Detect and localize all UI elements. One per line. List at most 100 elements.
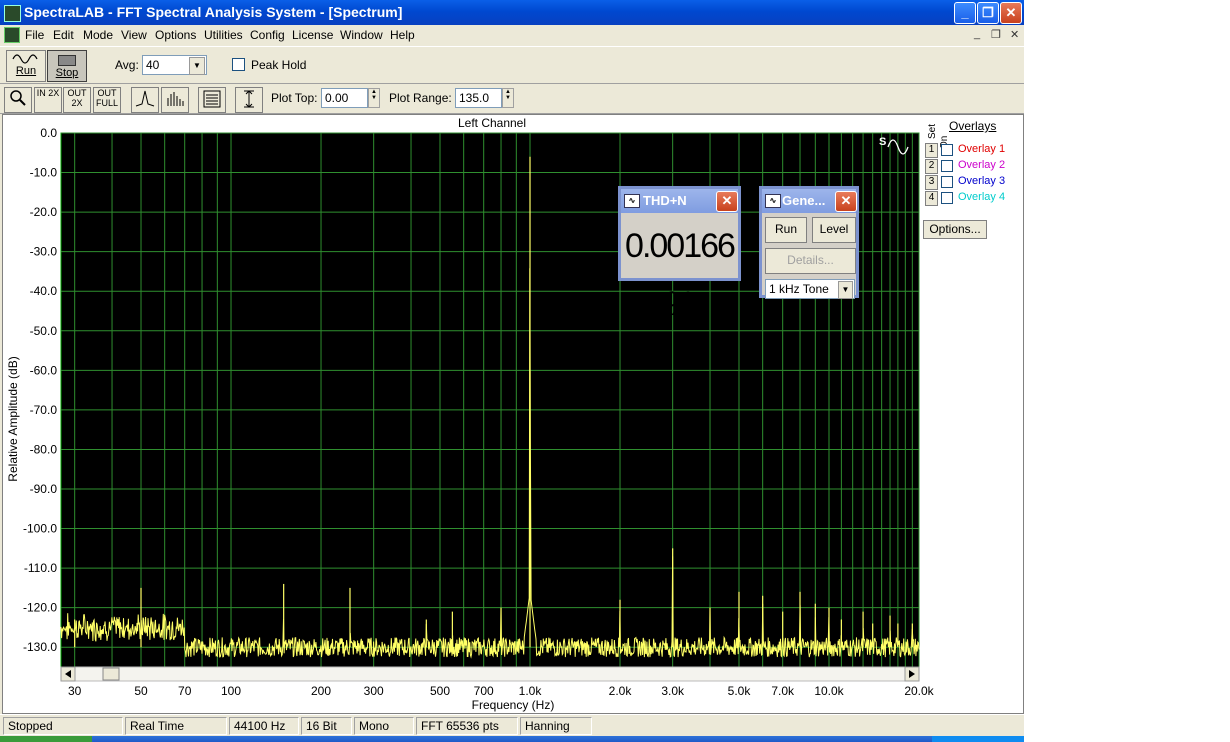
bar-plot-button[interactable] <box>161 87 189 113</box>
overlay-set-button[interactable]: 3 <box>925 175 938 190</box>
menu-options[interactable]: Options <box>155 28 196 42</box>
plot-range-value: 135.0 <box>459 91 490 105</box>
thd-window[interactable]: ∿ THD+N ✕ 0.00166 % <box>618 186 741 323</box>
x-tick-label: 20.0k <box>904 684 934 698</box>
overlay-set-button[interactable]: 1 <box>925 143 938 158</box>
list-view-button[interactable] <box>198 87 226 113</box>
generator-close-button[interactable]: ✕ <box>835 191 857 212</box>
chevron-down-icon[interactable]: ▼ <box>189 57 205 75</box>
taskbar <box>0 736 1024 742</box>
zoom-full-label: OUT FULL <box>95 88 118 108</box>
x-tick-label: 3.0k <box>661 684 685 698</box>
menu-help[interactable]: Help <box>390 28 415 42</box>
doc-icon[interactable] <box>4 27 20 43</box>
generator-level-button[interactable]: Level <box>812 217 856 243</box>
line-plot-button[interactable] <box>131 87 159 113</box>
horizontal-scrollbar[interactable] <box>60 666 920 682</box>
plot-top-input[interactable]: 0.00 <box>321 88 368 108</box>
x-tick-label: 300 <box>364 684 384 698</box>
overlay-on-checkbox[interactable] <box>941 192 953 204</box>
status-fft-size: FFT 65536 pts <box>416 717 518 735</box>
y-axis-ticks: 0.0 -10.0 -20.0 -30.0 -40.0 -50.0 -60.0 -70.0 -8… <box>23 126 57 654</box>
set-header: Set <box>927 123 938 139</box>
menu-file[interactable]: File <box>25 28 44 42</box>
x-tick-label: 200 <box>311 684 331 698</box>
menu-mode[interactable]: Mode <box>83 28 113 42</box>
magnify-button[interactable] <box>4 87 32 113</box>
app-icon[interactable] <box>4 5 21 22</box>
zoom-out-button[interactable]: OUT 2X <box>63 87 91 113</box>
title-bar: SpectraLAB - FFT Spectral Analysis Syste… <box>0 0 1024 25</box>
plot-top-spinner[interactable]: ▲ ▼ <box>368 88 380 108</box>
thd-title: THD+N <box>643 193 687 208</box>
zoom-full-button[interactable]: OUT FULL <box>93 87 121 113</box>
tone-select[interactable]: 1 kHz Tone ▼ <box>765 279 855 299</box>
minimize-button[interactable]: _ <box>954 2 976 24</box>
mdi-restore-button[interactable]: ❐ <box>991 28 1001 41</box>
peak-hold-checkbox[interactable] <box>232 58 245 71</box>
y-tick-label: -60.0 <box>30 363 58 377</box>
y-tick-label: -50.0 <box>30 324 58 338</box>
thd-titlebar[interactable]: ∿ THD+N ✕ <box>621 189 738 213</box>
menu-window[interactable]: Window <box>340 28 383 42</box>
system-tray <box>932 736 1024 742</box>
avg-value: 40 <box>146 58 160 72</box>
thd-close-button[interactable]: ✕ <box>716 191 738 212</box>
window-title: SpectraLAB - FFT Spectral Analysis Syste… <box>24 4 403 20</box>
menu-edit[interactable]: Edit <box>53 28 74 42</box>
status-bits: 16 Bit <box>301 717 352 735</box>
generator-titlebar[interactable]: ∿ Gene... ✕ <box>762 189 857 213</box>
status-channels: Mono <box>354 717 414 735</box>
spectrum-panel: Left Channel 0.0 -10.0 -20.0 -30.0 -40.0 -50.… <box>2 114 1024 714</box>
y-tick-label: -120.0 <box>23 601 57 615</box>
overlay-label: Overlay 1 <box>958 143 1006 155</box>
run-button[interactable]: Run <box>6 50 46 82</box>
stop-button[interactable]: Stop <box>47 50 87 82</box>
scroll-thumb[interactable] <box>102 667 120 681</box>
status-window: Hanning <box>520 717 592 735</box>
spectrum-chart[interactable]: Left Channel 0.0 -10.0 -20.0 -30.0 -40.0 -50.… <box>3 115 1023 713</box>
x-tick-label: 700 <box>474 684 494 698</box>
overlay-set-button[interactable]: 4 <box>925 191 938 206</box>
plot-top-value: 0.00 <box>325 91 349 105</box>
plot-top-label: Plot Top: <box>271 91 318 105</box>
plot-range-input[interactable]: 135.0 <box>455 88 502 108</box>
x-tick-label: 2.0k <box>609 684 633 698</box>
line-plot-icon <box>135 90 155 107</box>
menu-config[interactable]: Config <box>250 28 285 42</box>
menu-utilities[interactable]: Utilities <box>204 28 243 42</box>
overlay-set-button[interactable]: 2 <box>925 159 938 174</box>
start-button[interactable] <box>0 736 92 742</box>
menu-license[interactable]: License <box>292 28 333 42</box>
app-window: SpectraLAB - FFT Spectral Analysis Syste… <box>0 0 1024 742</box>
tone-value: 1 kHz Tone <box>769 282 829 296</box>
y-tick-label: 0.0 <box>40 126 57 140</box>
overlay-on-checkbox[interactable] <box>941 160 953 172</box>
zoom-in-button[interactable]: IN 2X <box>34 87 62 113</box>
avg-select[interactable]: 40 ▼ <box>142 55 207 75</box>
menu-view[interactable]: View <box>121 28 147 42</box>
run-label: Run <box>15 65 37 77</box>
main-toolbar: Run Stop Avg: 40 ▼ Peak Hold <box>0 46 1024 84</box>
chevron-down-icon[interactable]: ▼ <box>838 281 853 299</box>
generator-window[interactable]: ∿ Gene... ✕ Run Level Details... 1 kHz T… <box>759 186 859 299</box>
mdi-close-button[interactable]: ✕ <box>1010 28 1019 41</box>
close-button[interactable]: ✕ <box>1000 2 1022 24</box>
y-axis-label: Relative Amplitude (dB) <box>6 356 20 481</box>
overlay-on-checkbox[interactable] <box>941 144 953 156</box>
restore-button[interactable]: ❐ <box>977 2 999 24</box>
generator-details-button[interactable]: Details... <box>765 248 856 274</box>
overlay-options-button[interactable]: Options... <box>923 220 987 239</box>
y-tick-label: -90.0 <box>30 482 58 496</box>
list-icon <box>203 90 221 108</box>
autoscale-button[interactable] <box>235 87 263 113</box>
mdi-minimize-button[interactable]: _ <box>974 28 980 40</box>
zoom-in-label: IN 2X <box>36 88 60 98</box>
y-tick-label: -20.0 <box>30 205 58 219</box>
plot-range-spinner[interactable]: ▲ ▼ <box>502 88 514 108</box>
generator-run-button[interactable]: Run <box>765 217 807 243</box>
overlay-on-checkbox[interactable] <box>941 176 953 188</box>
y-tick-label: -10.0 <box>30 166 58 180</box>
x-tick-label: 70 <box>178 684 192 698</box>
wave-icon: ∿ <box>624 194 640 208</box>
